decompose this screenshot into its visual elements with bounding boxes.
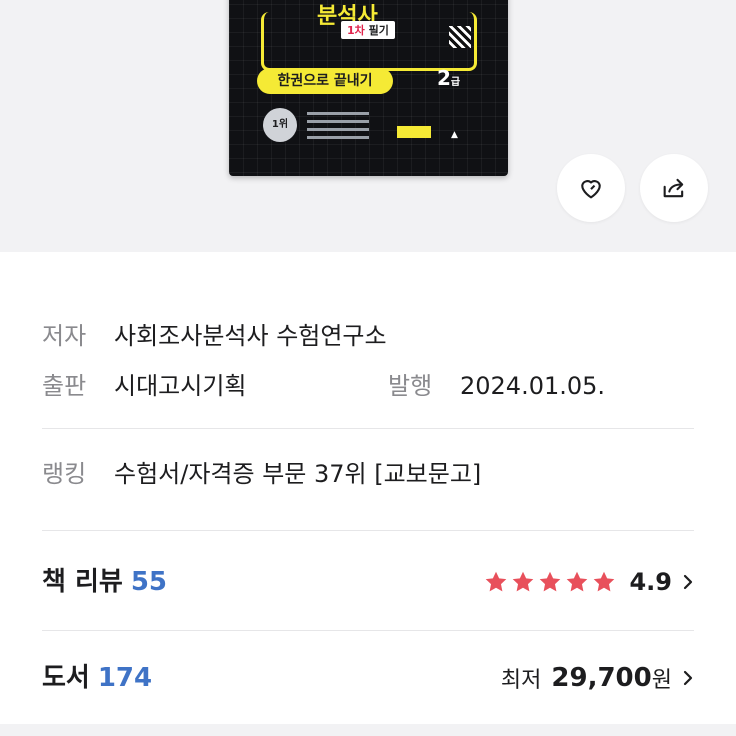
review-count: 55 [130, 567, 167, 597]
share-button[interactable] [640, 154, 708, 222]
ranking-label: 랭킹 [42, 460, 87, 488]
review-rating-link[interactable]: 4.9 [483, 564, 694, 600]
cover-level-highlight: 1차 [347, 24, 365, 37]
price-value: 29,700 [551, 663, 652, 693]
lowest-price-link[interactable]: 최저 29,700 원 [501, 660, 694, 696]
date-value: 2024.01.05. [460, 372, 606, 400]
author-row: 저자 사회조사분석사 수험연구소 [42, 320, 387, 352]
review-label: 책 리뷰 [42, 567, 123, 597]
cover-sticker [397, 126, 431, 138]
cover-feature-list [307, 112, 369, 144]
publisher-value[interactable]: 시대고시기획 [114, 370, 246, 402]
author-label: 저자 [42, 322, 87, 350]
divider [42, 630, 694, 631]
star-icon [567, 571, 588, 592]
books-title[interactable]: 도서 174 [42, 660, 152, 696]
author-value[interactable]: 사회조사분석사 수험연구소 [114, 320, 387, 352]
cover-slogan: 한권으로 끝내기 [257, 68, 393, 94]
date-label: 발행 [388, 372, 433, 400]
divider [42, 428, 694, 429]
star-icon [594, 571, 615, 592]
books-label: 도서 [42, 663, 90, 693]
chevron-right-icon [683, 574, 693, 590]
share-icon [663, 178, 684, 198]
section-separator [0, 724, 736, 736]
star-icon [540, 571, 561, 592]
divider [42, 530, 694, 531]
star-icon [513, 571, 534, 592]
ranking-row: 랭킹 수험서/자격증 부문 37위 [교보문고] [42, 458, 481, 490]
publisher-row: 출판 시대고시기획 [42, 370, 372, 402]
rating-value: 4.9 [629, 568, 672, 596]
ranking-value: 수험서/자격증 부문 37위 [교보문고] [114, 460, 482, 488]
review-title[interactable]: 책 리뷰 55 [42, 564, 167, 600]
star-rating [483, 569, 617, 595]
price-unit: 원 [651, 668, 672, 693]
date-row: 발행 2024.01.05. [388, 370, 605, 402]
chevron-right-icon [683, 670, 693, 686]
cover-grade-number: 2 [437, 66, 451, 90]
heart-icon [581, 180, 601, 199]
like-button[interactable] [557, 154, 625, 222]
price-label: 최저 [500, 668, 542, 693]
publisher-label: 출판 [42, 372, 87, 400]
book-cover-image[interactable]: 분석사 1차 필기 한권으로 끝내기 2급 1위 ▲ [229, 0, 508, 176]
cover-level-rest: 필기 [368, 24, 389, 37]
publisher-logo: ▲ [451, 130, 458, 140]
cover-grade-unit: 급 [450, 77, 461, 88]
cover-qr-code [449, 26, 471, 48]
books-count: 174 [97, 663, 153, 693]
cover-rank-medal: 1위 [263, 108, 297, 142]
star-icon [486, 571, 507, 592]
cover-level-badge: 1차 필기 [341, 21, 395, 39]
cover-area: 분석사 1차 필기 한권으로 끝내기 2급 1위 ▲ [0, 0, 736, 252]
cover-grade: 2급 [437, 66, 460, 90]
